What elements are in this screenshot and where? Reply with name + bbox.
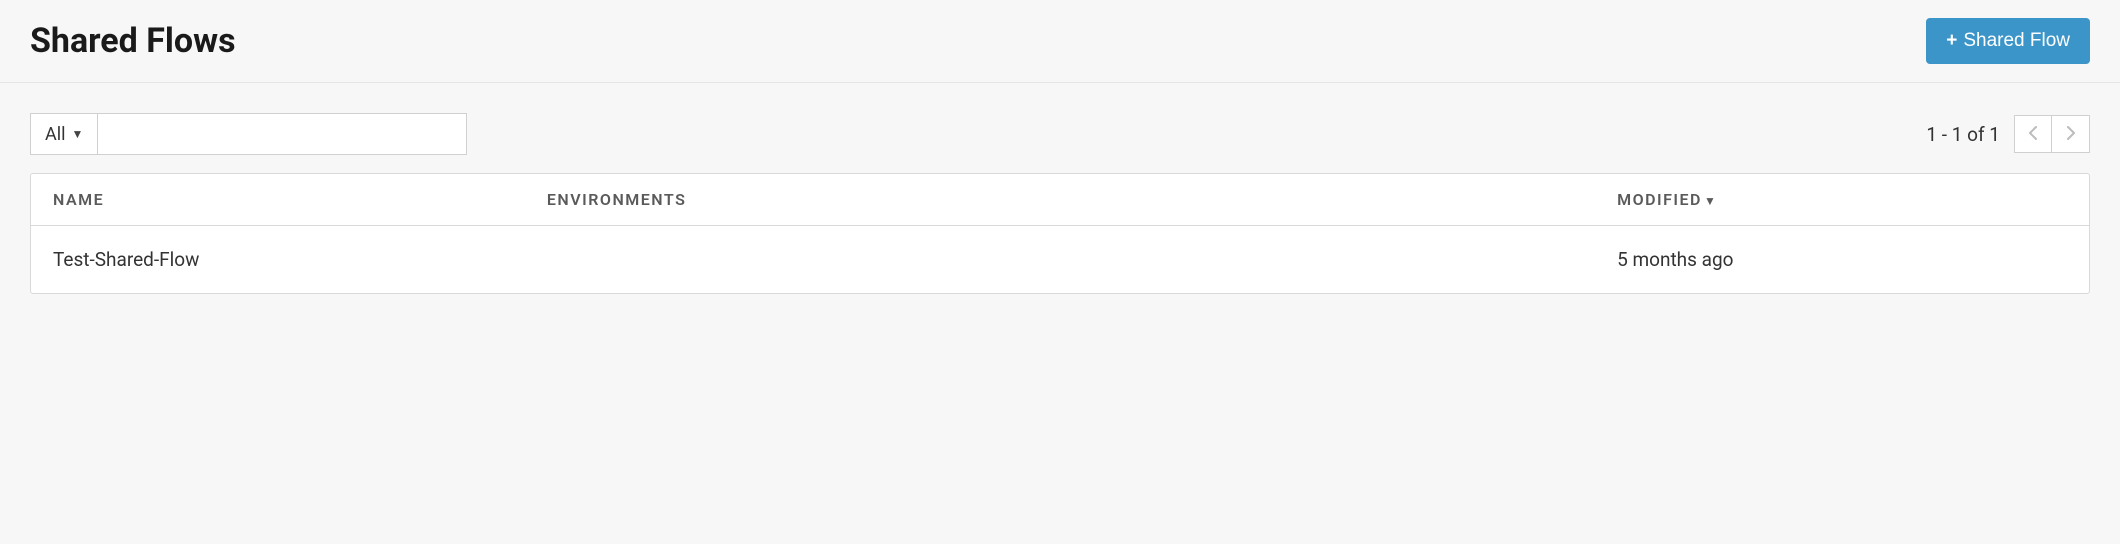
chevron-right-icon	[2066, 124, 2076, 145]
filter-group: All ▼	[30, 113, 467, 155]
column-header-modified[interactable]: MODIFIED▼	[1595, 174, 2089, 226]
column-header-modified-label: MODIFIED	[1617, 190, 1702, 209]
page-title: Shared Flows	[30, 21, 236, 61]
column-header-environments[interactable]: ENVIRONMENTS	[525, 174, 1595, 226]
chevron-left-icon	[2028, 124, 2038, 145]
table-row[interactable]: Test-Shared-Flow 5 months ago	[31, 226, 2089, 293]
cell-environments	[525, 226, 1595, 293]
shared-flows-table: NAME ENVIRONMENTS MODIFIED▼ Test-Shared-…	[30, 173, 2090, 294]
cell-modified: 5 months ago	[1595, 226, 2089, 293]
sort-desc-icon: ▼	[1704, 194, 1717, 208]
search-input[interactable]	[97, 113, 467, 155]
caret-down-icon: ▼	[72, 127, 84, 141]
filter-selected-label: All	[45, 124, 66, 145]
cell-name: Test-Shared-Flow	[31, 226, 525, 293]
next-page-button[interactable]	[2052, 115, 2090, 153]
column-header-environments-label: ENVIRONMENTS	[547, 190, 686, 209]
add-button-label: Shared Flow	[1963, 30, 2070, 52]
prev-page-button[interactable]	[2014, 115, 2052, 153]
pagination-info: 1 - 1 of 1	[1926, 123, 2000, 146]
plus-icon: +	[1946, 30, 1957, 52]
add-shared-flow-button[interactable]: + Shared Flow	[1926, 18, 2090, 64]
column-header-name-label: NAME	[53, 190, 104, 209]
filter-dropdown[interactable]: All ▼	[30, 113, 97, 155]
column-header-name[interactable]: NAME	[31, 174, 525, 226]
